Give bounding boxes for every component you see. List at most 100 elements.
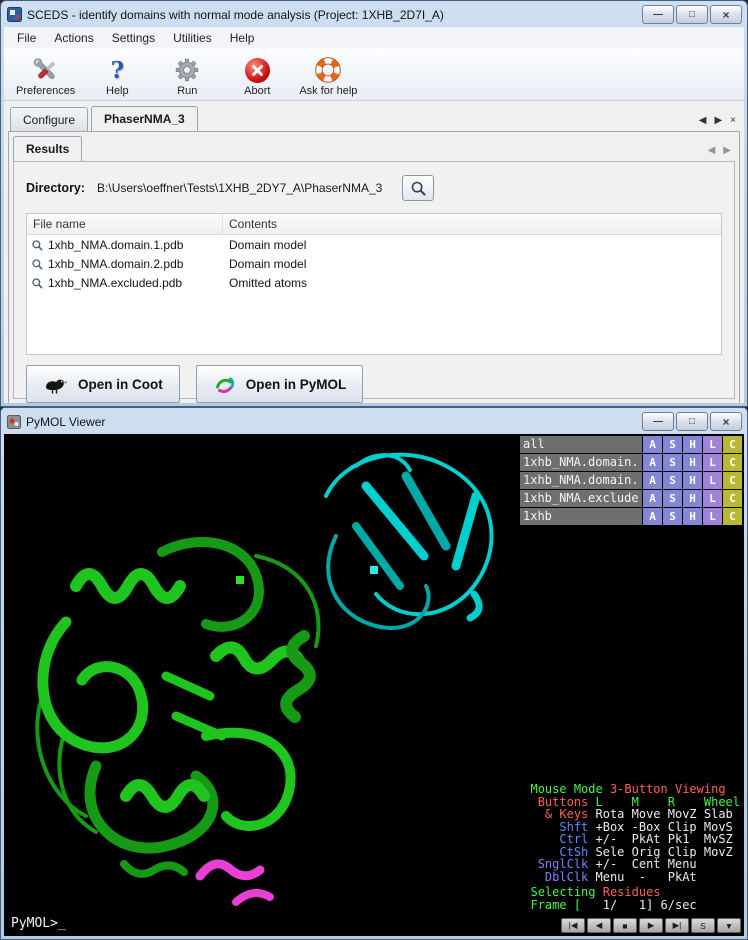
vcr-rewind-button[interactable]: |◀ — [561, 918, 585, 933]
row-magnifier-icon[interactable] — [31, 277, 43, 289]
color-menu-button[interactable]: C — [723, 436, 742, 453]
label-menu-button[interactable]: L — [703, 472, 722, 489]
column-header-file-name[interactable]: File name — [27, 214, 223, 234]
menu-file[interactable]: File — [8, 29, 45, 47]
pymol-maximize-button[interactable]: □ — [676, 412, 708, 431]
preferences-button[interactable]: Preferences — [12, 50, 79, 98]
show-menu-button[interactable]: S — [663, 490, 682, 507]
action-menu-button[interactable]: A — [643, 472, 662, 489]
sceds-titlebar[interactable]: SCEDS - identify domains with normal mod… — [1, 1, 747, 26]
pymol-window-body: all A S H L C 1xhb_NMA.domain. A S H L C… — [4, 434, 744, 936]
color-menu-button[interactable]: C — [723, 472, 742, 489]
object-name[interactable]: 1xhb_NMA.domain. — [520, 472, 642, 489]
directory-label: Directory: — [26, 181, 85, 195]
tab-configure[interactable]: Configure — [10, 107, 88, 131]
object-name[interactable]: 1xhb — [520, 508, 642, 525]
row-magnifier-icon[interactable] — [31, 258, 43, 270]
tab-close-icon[interactable]: × — [730, 115, 736, 126]
label-menu-button[interactable]: L — [703, 436, 722, 453]
action-menu-button[interactable]: A — [643, 454, 662, 471]
object-name[interactable]: all — [520, 436, 642, 453]
browse-directory-button[interactable] — [402, 175, 434, 201]
show-menu-button[interactable]: S — [663, 508, 682, 525]
action-menu-button[interactable]: A — [643, 508, 662, 525]
object-row: all A S H L C — [520, 436, 742, 453]
hide-menu-button[interactable]: H — [683, 490, 702, 507]
help-button[interactable]: ? Help — [85, 50, 149, 98]
sceds-window-title: SCEDS - identify domains with normal mod… — [27, 8, 637, 22]
pymol-titlebar[interactable]: PyMOL Viewer — □ × — [1, 408, 747, 433]
vcr-end-button[interactable]: ▶| — [665, 918, 689, 933]
results-tab-navigation: ◀ ▶ — [708, 145, 731, 161]
object-name[interactable]: 1xhb_NMA.domain. — [520, 454, 642, 471]
help-label: Help — [106, 85, 129, 97]
pymol-app-icon — [7, 415, 21, 429]
show-menu-button[interactable]: S — [663, 454, 682, 471]
show-menu-button[interactable]: S — [663, 436, 682, 453]
command-input[interactable]: PyMOL>_ — [11, 916, 66, 931]
label-menu-button[interactable]: L — [703, 490, 722, 507]
pymol-logo-icon — [213, 373, 237, 395]
sceds-minimize-button[interactable]: — — [642, 5, 674, 24]
file-name: 1xhb_NMA.domain.1.pdb — [48, 238, 183, 252]
sceds-close-button[interactable]: × — [710, 5, 742, 24]
results-tabstrip: Results ◀ ▶ — [9, 132, 739, 161]
tab-phasernma-3[interactable]: PhaserNMA_3 — [91, 106, 198, 131]
table-row[interactable]: 1xhb_NMA.domain.2.pdb Domain model — [27, 254, 721, 273]
help-icon: ? — [111, 59, 124, 83]
menu-utilities[interactable]: Utilities — [164, 29, 221, 47]
toolbar: Preferences ? Help Run — [4, 48, 744, 101]
run-button[interactable]: Run — [155, 50, 219, 98]
row-magnifier-icon[interactable] — [31, 239, 43, 251]
menu-help[interactable]: Help — [221, 29, 264, 47]
tab-results[interactable]: Results — [13, 136, 82, 161]
show-menu-button[interactable]: S — [663, 472, 682, 489]
tabs-scroll-right-icon[interactable]: ▶ — [714, 115, 722, 126]
preferences-label: Preferences — [16, 85, 75, 97]
pymol-window: PyMOL Viewer — □ × — [0, 407, 748, 940]
color-menu-button[interactable]: C — [723, 454, 742, 471]
label-menu-button[interactable]: L — [703, 508, 722, 525]
vcr-prev-button[interactable]: ◀ — [587, 918, 611, 933]
table-row[interactable]: 1xhb_NMA.domain.1.pdb Domain model — [27, 235, 721, 254]
sceds-maximize-button[interactable]: □ — [676, 5, 708, 24]
pymol-close-button[interactable]: × — [710, 412, 742, 431]
ask-for-help-button[interactable]: Ask for help — [295, 50, 361, 98]
preferences-icon — [32, 57, 60, 83]
menu-actions[interactable]: Actions — [45, 29, 102, 47]
hide-menu-button[interactable]: H — [683, 454, 702, 471]
label-menu-button[interactable]: L — [703, 454, 722, 471]
frame-counter-line[interactable]: Frame [ 1/ 1] 6/sec — [530, 899, 740, 912]
run-gear-icon — [174, 57, 200, 83]
hide-menu-button[interactable]: H — [683, 436, 702, 453]
results-scroll-left-icon[interactable]: ◀ — [708, 145, 716, 156]
vcr-stop-button[interactable]: ■ — [613, 918, 637, 933]
tabs-scroll-left-icon[interactable]: ◀ — [699, 115, 707, 126]
color-menu-button[interactable]: C — [723, 508, 742, 525]
action-menu-button[interactable]: A — [643, 490, 662, 507]
menu-settings[interactable]: Settings — [103, 29, 164, 47]
vcr-menu-button[interactable]: ▼ — [717, 918, 741, 933]
color-menu-button[interactable]: C — [723, 490, 742, 507]
phasernma-panel: Results ◀ ▶ Directory: B:\Users\oeffner\… — [8, 131, 740, 403]
results-scroll-right-icon[interactable]: ▶ — [723, 145, 731, 156]
open-in-pymol-button[interactable]: Open in PyMOL — [196, 365, 364, 403]
vcr-play-button[interactable]: ▶ — [639, 918, 663, 933]
file-table-header: File name Contents — [27, 214, 721, 235]
coot-bird-icon — [43, 373, 69, 395]
abort-icon — [245, 58, 270, 83]
table-row[interactable]: 1xhb_NMA.excluded.pdb Omitted atoms — [27, 273, 721, 292]
column-header-contents[interactable]: Contents — [223, 214, 721, 234]
action-menu-button[interactable]: A — [643, 436, 662, 453]
hide-menu-button[interactable]: H — [683, 472, 702, 489]
run-label: Run — [177, 85, 197, 97]
scene-button[interactable]: S — [691, 918, 715, 933]
file-table: File name Contents 1xhb_NMA.domain.1.pdb… — [26, 213, 722, 355]
hide-menu-button[interactable]: H — [683, 508, 702, 525]
vcr-controls: |◀ ◀ ■ ▶ ▶| S ▼ — [561, 918, 741, 933]
open-in-coot-button[interactable]: Open in Coot — [26, 365, 180, 403]
abort-button[interactable]: Abort — [225, 50, 289, 98]
lifebuoy-icon — [315, 57, 341, 83]
pymol-minimize-button[interactable]: — — [642, 412, 674, 431]
object-name[interactable]: 1xhb_NMA.exclude — [520, 490, 642, 507]
